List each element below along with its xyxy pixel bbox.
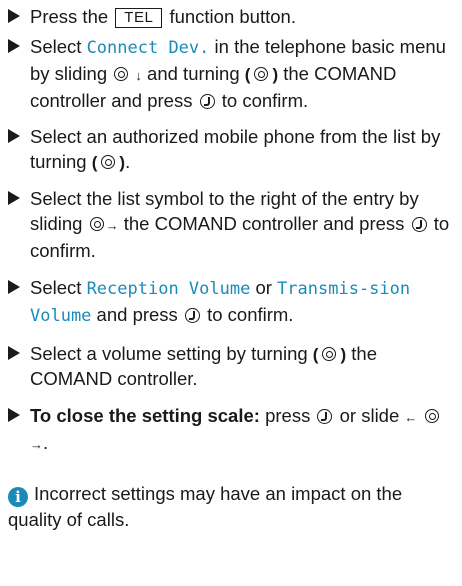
slide-left-icon: ← [404,410,418,425]
tel-key-icon: TEL [115,8,163,28]
bullet-arrow-icon [8,129,20,143]
note-text: Incorrect settings may have an impact on… [8,483,403,530]
bullet-arrow-icon [8,9,20,23]
step-text: press [259,405,316,426]
turn-left-icon: ( [244,65,251,84]
press-controller-icon [199,94,215,109]
step-text: Select [30,36,87,57]
step-press-tel: Press the TEL function button. [8,4,452,29]
turn-left-icon: ( [312,345,319,364]
step-text: Select a volume setting by turning [30,343,313,364]
menu-item-connect-dev: Connect Dev. [86,38,210,58]
bullet-arrow-icon [8,280,20,294]
info-icon: i [8,487,28,507]
controller-icon [254,67,269,81]
bullet-arrow-icon [8,39,20,53]
controller-icon [101,155,116,169]
info-note: i Incorrect settings may have an impact o… [8,481,452,532]
step-close-setting-scale: To close the setting scale: press or sli… [8,403,452,457]
step-text: and press [91,304,183,325]
step-heading: To close the setting scale: [30,405,260,426]
step-select-connect-dev: Select Connect Dev. in the telephone bas… [8,34,452,113]
instructions-page: Press the TEL function button. Select Co… [0,0,462,586]
step-text: Select [30,277,87,298]
step-text: to confirm. [216,90,309,111]
press-controller-icon [411,217,427,232]
bullet-arrow-icon [8,408,20,422]
turn-left-icon: ( [91,153,98,172]
slide-right-icon: → [30,437,43,452]
controller-icon [89,217,104,231]
controller-icon [114,67,129,81]
step-text: the COMAND controller and press [118,213,410,234]
bullet-arrow-icon [8,191,20,205]
step-text: to confirm. [201,304,294,325]
step-text: function button. [164,6,296,27]
step-text: or [250,277,278,298]
step-text: and turning [141,63,245,84]
step-select-volume-setting: Select a volume setting by turning () th… [8,341,452,391]
step-text: . [43,432,49,453]
step-select-phone: Select an authorized mobile phone from t… [8,124,452,174]
step-select-volume-type: Select Reception Volume or Transmis-sion… [8,275,452,329]
slide-right-icon: → [105,218,119,233]
menu-item-reception-volume: Reception Volume [86,279,251,299]
press-controller-icon [184,308,200,323]
step-text: . [125,151,131,172]
press-controller-icon [317,409,333,424]
controller-icon [424,409,439,423]
step-text: or slide [334,405,405,426]
bullet-arrow-icon [8,346,20,360]
step-select-list-symbol: Select the list symbol to the right of t… [8,186,452,263]
controller-icon [322,347,337,361]
step-text: Press the [30,6,114,27]
